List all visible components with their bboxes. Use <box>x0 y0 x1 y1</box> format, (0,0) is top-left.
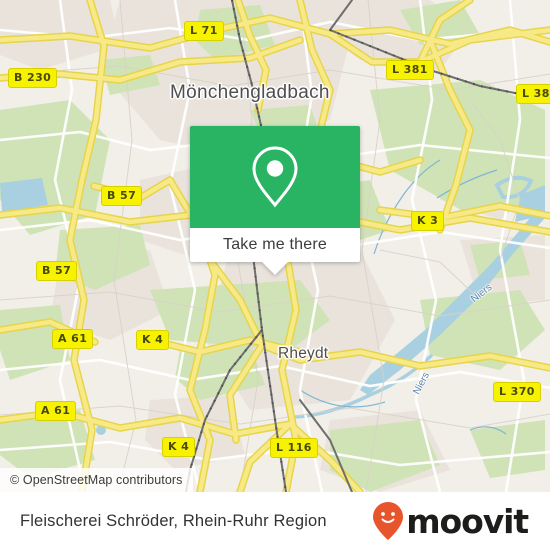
road-shield-a61-a[interactable]: A 61 <box>52 329 94 349</box>
road-shield-k4-a[interactable]: K 4 <box>136 330 170 350</box>
card-pointer-tail <box>262 262 288 275</box>
road-shield-l370[interactable]: L 370 <box>493 382 541 402</box>
moovit-smiley-pin-icon <box>373 502 404 540</box>
road-shield-b230[interactable]: B 230 <box>8 68 58 88</box>
moovit-logo[interactable]: moovit <box>373 501 529 541</box>
map-label-city: Mönchengladbach <box>170 82 330 103</box>
road-shield-l116[interactable]: L 116 <box>270 438 318 458</box>
road-shield-b57-a[interactable]: B 57 <box>101 186 143 206</box>
road-shield-l71[interactable]: L 71 <box>184 21 224 41</box>
road-shield-k3[interactable]: K 3 <box>411 211 445 231</box>
card-pin-area <box>190 126 360 228</box>
footer-bar: Fleischerei Schröder, Rhein-Ruhr Region … <box>0 492 550 550</box>
take-me-there-card[interactable]: Take me there <box>190 126 360 275</box>
moovit-wordmark: moovit <box>406 501 529 541</box>
road-shield-l381-b[interactable]: L 381 <box>516 84 550 104</box>
place-title: Fleischerei Schröder, Rhein-Ruhr Region <box>20 511 327 530</box>
map-label-town: Rheydt <box>278 345 329 362</box>
road-shield-a61-b[interactable]: A 61 <box>35 401 77 421</box>
road-shield-l381-a[interactable]: L 381 <box>386 60 434 80</box>
take-me-there-button[interactable]: Take me there <box>190 228 360 262</box>
map-screenshot: Mönchengladbach Rheydt Niers Niers L 71 … <box>0 0 550 550</box>
map-pin-icon <box>252 146 298 208</box>
map-attribution[interactable]: © OpenStreetMap contributors <box>0 468 193 492</box>
road-shield-k4-b[interactable]: K 4 <box>162 437 196 457</box>
road-shield-b57-b[interactable]: B 57 <box>36 261 78 281</box>
